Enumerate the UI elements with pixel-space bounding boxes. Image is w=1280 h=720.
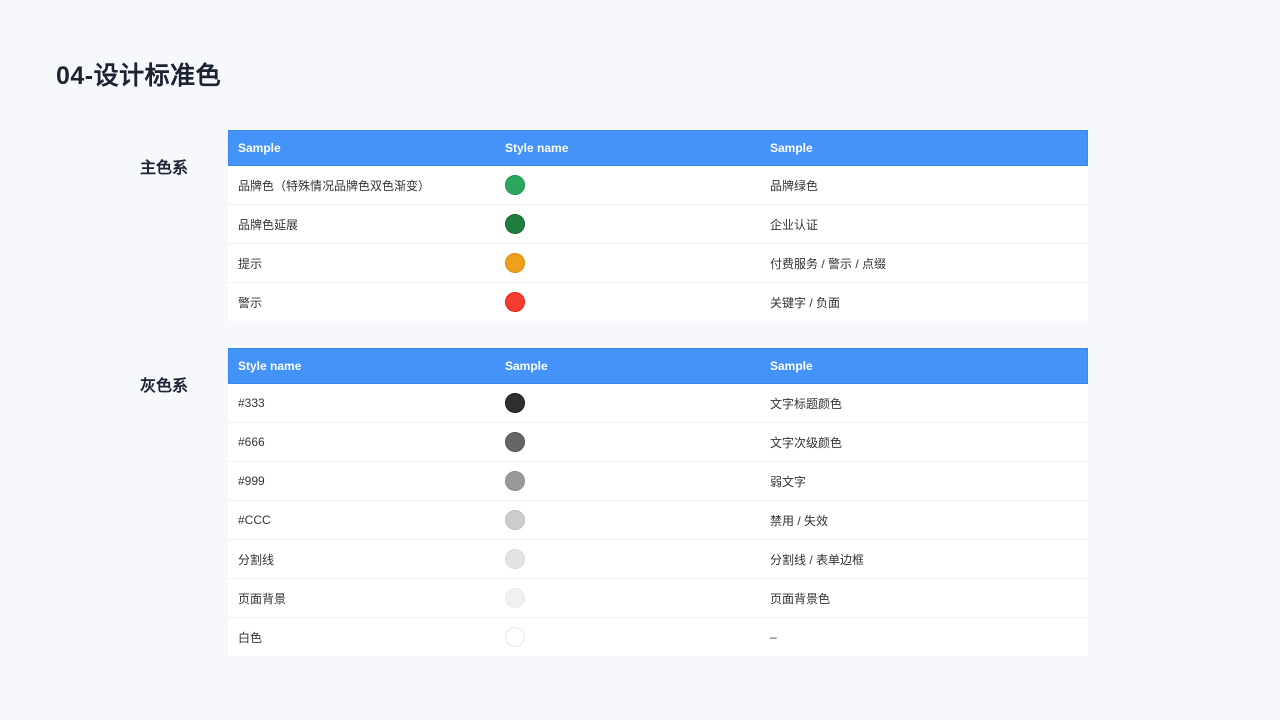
- sample-cell: [496, 175, 760, 195]
- table-row: 白色 –: [228, 618, 1088, 656]
- table-row: #333 文字标题颜色: [228, 384, 1088, 423]
- sample-cell: [496, 627, 760, 647]
- section-label: 主色系: [140, 160, 189, 177]
- color-swatch: [505, 432, 525, 452]
- style-name-cell: #666: [238, 435, 265, 449]
- table-row: 警示 关键字 / 负面: [228, 283, 1088, 321]
- color-swatch: [505, 393, 525, 413]
- sample-cell: [496, 471, 760, 491]
- usage-cell: 付费服务 / 警示 / 点缀: [770, 256, 887, 271]
- style-name-cell: 分割线: [238, 552, 275, 567]
- sample-cell: [496, 253, 760, 273]
- sample-cell: [496, 214, 760, 234]
- table-row: #666 文字次级颜色: [228, 423, 1088, 462]
- page-title: 04-设计标准色: [56, 62, 222, 90]
- style-name-cell: #333: [238, 396, 265, 410]
- table-row: #999 弱文字: [228, 462, 1088, 501]
- column-header: Style name: [505, 141, 569, 155]
- color-swatch: [505, 588, 525, 608]
- color-swatch: [505, 627, 525, 647]
- column-header: Style name: [238, 359, 302, 373]
- color-swatch: [505, 214, 525, 234]
- sample-cell: [496, 549, 760, 569]
- sample-cell: [496, 432, 760, 452]
- usage-cell: 禁用 / 失效: [770, 513, 829, 528]
- color-swatch: [505, 292, 525, 312]
- style-name-cell: 警示: [238, 295, 263, 310]
- usage-cell: 弱文字: [770, 474, 807, 489]
- usage-cell: 品牌绿色: [770, 178, 819, 193]
- color-swatch: [505, 253, 525, 273]
- usage-cell: 文字标题颜色: [770, 396, 843, 411]
- sample-cell: [496, 393, 760, 413]
- style-name-cell: #CCC: [238, 513, 271, 527]
- usage-cell: 关键字 / 负面: [770, 295, 841, 310]
- style-name-cell: 品牌色（特殊情况品牌色双色渐变）: [238, 178, 431, 193]
- style-name-cell: 白色: [238, 630, 263, 645]
- style-name-cell: 提示: [238, 256, 263, 271]
- table-row: 提示 付费服务 / 警示 / 点缀: [228, 244, 1088, 283]
- table-row: #CCC 禁用 / 失效: [228, 501, 1088, 540]
- color-swatch: [505, 175, 525, 195]
- usage-cell: 企业认证: [770, 217, 819, 232]
- table-header-row: Sample Style name Sample: [228, 130, 1088, 166]
- usage-cell: 页面背景色: [770, 591, 831, 606]
- style-name-cell: 品牌色延展: [238, 217, 299, 232]
- color-spec-table: Style name Sample Sample #333 文字标题颜色 #666 文字次级…: [228, 348, 1088, 656]
- color-swatch: [505, 549, 525, 569]
- column-header: Sample: [505, 359, 548, 373]
- table-row: 页面背景 页面背景色: [228, 579, 1088, 618]
- table-row: 品牌色延展 企业认证: [228, 205, 1088, 244]
- table-row: 品牌色（特殊情况品牌色双色渐变） 品牌绿色: [228, 166, 1088, 205]
- column-header: Sample: [238, 141, 281, 155]
- section-label: 灰色系: [140, 378, 189, 395]
- style-name-cell: #999: [238, 474, 265, 488]
- sample-cell: [496, 292, 760, 312]
- usage-cell: 文字次级颜色: [770, 435, 843, 450]
- column-header: Sample: [770, 141, 813, 155]
- usage-cell: –: [770, 630, 777, 644]
- sample-cell: [496, 588, 760, 608]
- column-header: Sample: [770, 359, 813, 373]
- table-row: 分割线 分割线 / 表单边框: [228, 540, 1088, 579]
- style-name-cell: 页面背景: [238, 591, 287, 606]
- usage-cell: 分割线 / 表单边框: [770, 552, 865, 567]
- color-swatch: [505, 471, 525, 491]
- color-spec-table: Sample Style name Sample 品牌色（特殊情况品牌色双色渐变） 品牌…: [228, 130, 1088, 321]
- table-header-row: Style name Sample Sample: [228, 348, 1088, 384]
- sample-cell: [496, 510, 760, 530]
- color-swatch: [505, 510, 525, 530]
